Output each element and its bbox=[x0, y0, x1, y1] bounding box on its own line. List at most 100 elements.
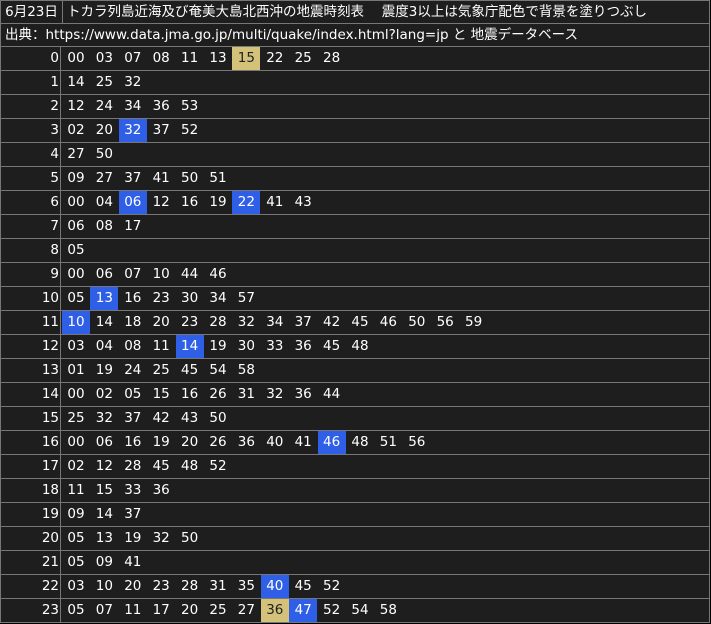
quake-minute: 44 bbox=[323, 386, 341, 402]
quake-minute: 30 bbox=[181, 290, 199, 306]
quake-minute: 14 bbox=[95, 314, 113, 330]
quake-minute: 20 bbox=[181, 434, 199, 450]
hour-label: 19 bbox=[1, 503, 61, 526]
quake-minute: 10 bbox=[62, 311, 90, 334]
quake-minute: 37 bbox=[124, 410, 142, 426]
quake-minute: 06 bbox=[118, 191, 147, 214]
quake-minute: 05 bbox=[124, 386, 142, 402]
hour-label: 0 bbox=[1, 47, 61, 70]
quake-minute: 19 bbox=[209, 194, 227, 210]
hour-row: 12 03 04 08 11 14 19 30 33 36 45 48 bbox=[0, 335, 710, 359]
quake-minute: 11 bbox=[124, 602, 142, 618]
quake-minute: 36 bbox=[237, 434, 255, 450]
quake-minute: 52 bbox=[181, 122, 199, 138]
quake-minute: 12 bbox=[152, 194, 170, 210]
quake-minute: 04 bbox=[95, 194, 113, 210]
quake-minute: 41 bbox=[266, 194, 284, 210]
quake-minute: 20 bbox=[152, 314, 170, 330]
quake-minute: 47 bbox=[289, 599, 318, 622]
quake-minute: 20 bbox=[181, 602, 199, 618]
quake-minute: 15 bbox=[152, 386, 170, 402]
quake-minute: 36 bbox=[152, 482, 170, 498]
table-title: トカラ列島近海及び奄美大島北西沖の地震時刻表 震度3以上は気象庁配色で背景を塗り… bbox=[67, 4, 648, 20]
hour-label: 5 bbox=[1, 167, 61, 190]
quake-minute: 03 bbox=[67, 338, 85, 354]
quake-minute: 23 bbox=[152, 290, 170, 306]
quake-minute: 11 bbox=[181, 50, 199, 66]
quake-minute: 08 bbox=[152, 50, 170, 66]
quake-minute: 00 bbox=[67, 266, 85, 282]
quake-minute: 41 bbox=[124, 554, 142, 570]
quake-minute: 52 bbox=[209, 458, 227, 474]
quake-minute: 44 bbox=[181, 266, 199, 282]
quake-minute: 34 bbox=[209, 290, 227, 306]
quake-minute: 46 bbox=[379, 314, 397, 330]
quake-minute: 56 bbox=[436, 314, 454, 330]
quake-minute: 05 bbox=[67, 554, 85, 570]
hour-label: 21 bbox=[1, 551, 61, 574]
hour-label: 11 bbox=[1, 311, 61, 334]
hour-row: 19 09 14 37 bbox=[0, 503, 710, 527]
quake-minute: 45 bbox=[351, 314, 369, 330]
earthquake-timetable: 6月23日 トカラ列島近海及び奄美大島北西沖の地震時刻表 震度3以上は気象庁配色… bbox=[0, 0, 710, 624]
hour-grid: 0 00 03 07 08 11 13 15 22 25 28 1 14 25 32 2 12 24 34 36 53 3… bbox=[0, 47, 710, 623]
quake-minute: 19 bbox=[152, 434, 170, 450]
quake-minute: 09 bbox=[95, 554, 113, 570]
hour-label: 2 bbox=[1, 95, 61, 118]
hour-row: 1 14 25 32 bbox=[0, 71, 710, 95]
quake-minute: 17 bbox=[124, 218, 142, 234]
quake-minute: 36 bbox=[294, 386, 312, 402]
quake-minute: 27 bbox=[95, 170, 113, 186]
quake-minute: 17 bbox=[152, 602, 170, 618]
quake-minute: 22 bbox=[232, 191, 261, 214]
hour-row: 21 05 09 41 bbox=[0, 551, 710, 575]
quake-minute: 45 bbox=[294, 578, 312, 594]
quake-minute: 34 bbox=[266, 314, 284, 330]
quake-minute: 02 bbox=[67, 458, 85, 474]
quake-minute: 28 bbox=[323, 50, 341, 66]
hour-row: 16 00 06 16 19 20 26 36 40 41 46 48 51 56 bbox=[0, 431, 710, 455]
quake-minute: 08 bbox=[124, 338, 142, 354]
quake-minute: 37 bbox=[124, 170, 142, 186]
quake-minute: 22 bbox=[266, 50, 284, 66]
hour-row: 17 02 12 28 45 48 52 bbox=[0, 455, 710, 479]
quake-minute: 28 bbox=[209, 314, 227, 330]
quake-minute: 12 bbox=[67, 98, 85, 114]
quake-minute: 05 bbox=[67, 290, 85, 306]
hour-row: 3 02 20 32 37 52 bbox=[0, 119, 710, 143]
quake-minute: 51 bbox=[209, 170, 227, 186]
quake-minute: 02 bbox=[67, 122, 85, 138]
quake-minute: 45 bbox=[152, 458, 170, 474]
quake-minute: 28 bbox=[124, 458, 142, 474]
quake-minute: 28 bbox=[181, 578, 199, 594]
quake-minute: 16 bbox=[181, 194, 199, 210]
quake-minute: 36 bbox=[294, 338, 312, 354]
quake-minute: 23 bbox=[152, 578, 170, 594]
hour-row: 5 09 27 37 41 50 51 bbox=[0, 167, 710, 191]
quake-minute: 42 bbox=[152, 410, 170, 426]
hour-label: 16 bbox=[1, 431, 61, 454]
hour-label: 13 bbox=[1, 359, 61, 382]
quake-minute: 19 bbox=[95, 362, 113, 378]
quake-minute: 14 bbox=[175, 335, 204, 358]
quake-minute: 26 bbox=[209, 434, 227, 450]
quake-minute: 25 bbox=[67, 410, 85, 426]
quake-minute: 03 bbox=[67, 578, 85, 594]
quake-minute: 48 bbox=[181, 458, 199, 474]
hour-label: 15 bbox=[1, 407, 61, 430]
quake-minute: 32 bbox=[266, 386, 284, 402]
quake-minute: 41 bbox=[152, 170, 170, 186]
quake-minute: 25 bbox=[209, 602, 227, 618]
hour-row: 9 00 06 07 10 44 46 bbox=[0, 263, 710, 287]
quake-minute: 06 bbox=[95, 266, 113, 282]
hour-label: 7 bbox=[1, 215, 61, 238]
quake-minute: 35 bbox=[237, 578, 255, 594]
source-row: 出典：https://www.data.jma.go.jp/multi/quak… bbox=[0, 24, 710, 47]
quake-minute: 27 bbox=[67, 146, 85, 162]
hour-label: 1 bbox=[1, 71, 61, 94]
hour-row: 8 05 bbox=[0, 239, 710, 263]
quake-minute: 03 bbox=[95, 50, 113, 66]
quake-minute: 00 bbox=[67, 434, 85, 450]
hour-row: 7 06 08 17 bbox=[0, 215, 710, 239]
quake-minute: 32 bbox=[237, 314, 255, 330]
